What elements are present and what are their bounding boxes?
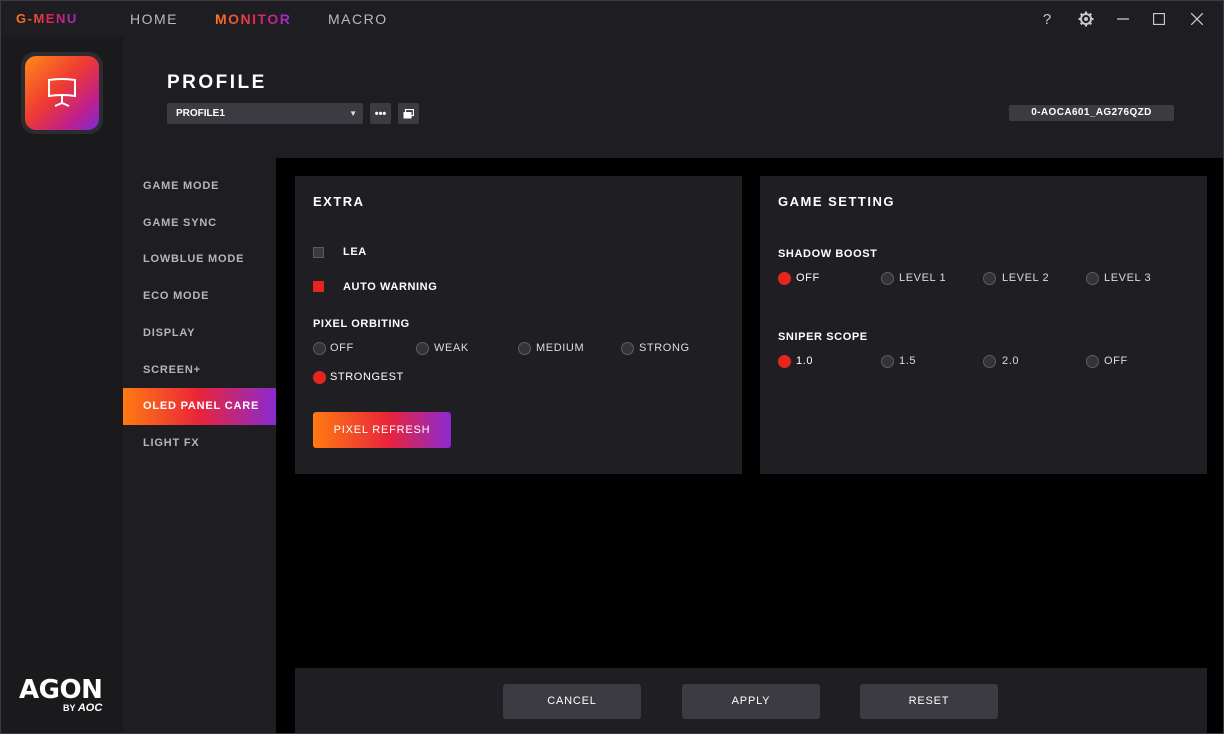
by-text: BY: [63, 703, 76, 713]
pixel-orbiting-off-radio[interactable]: [313, 342, 326, 355]
monitor-tile[interactable]: [21, 52, 103, 134]
game-setting-panel: GAME SETTING SHADOW BOOST OFF LEVEL 1 LE…: [760, 176, 1207, 474]
tab-macro[interactable]: MACRO: [328, 11, 388, 27]
side-menu: GAME MODE GAME SYNC LOWBLUE MODE ECO MOD…: [123, 158, 276, 733]
close-button[interactable]: [1186, 9, 1208, 29]
sidebar-item-game-sync[interactable]: GAME SYNC: [123, 205, 276, 242]
sniper-scope-label: SNIPER SCOPE: [778, 331, 868, 343]
pixel-orbiting-weak-label: WEAK: [434, 342, 469, 354]
ellipsis-icon: •••: [374, 107, 387, 120]
game-setting-title: GAME SETTING: [778, 194, 895, 209]
extra-panel: EXTRA LEA AUTO WARNING PIXEL ORBITING OF…: [295, 176, 742, 474]
maximize-button[interactable]: [1148, 9, 1170, 29]
sidebar-item-display[interactable]: DISPLAY: [123, 315, 276, 352]
reset-button[interactable]: RESET: [860, 684, 998, 719]
sidebar-item-eco-mode[interactable]: ECO MODE: [123, 278, 276, 315]
shadow-boost-level2-label: LEVEL 2: [1002, 272, 1050, 284]
copy-icon: [403, 108, 414, 118]
cancel-button[interactable]: CANCEL: [503, 684, 641, 719]
maximize-icon: [1153, 13, 1165, 25]
tab-monitor[interactable]: MONITOR: [215, 11, 291, 27]
shadow-boost-off-label: OFF: [796, 272, 820, 284]
profile-header: PROFILE PROFILE1 ▼ ••• 0-AOCA601_AG276QZ…: [123, 37, 1223, 158]
sniper-scope-1-5-label: 1.5: [899, 355, 917, 367]
sniper-scope-off-label: OFF: [1104, 355, 1128, 367]
tab-home[interactable]: HOME: [130, 11, 178, 27]
pixel-orbiting-off-label: OFF: [330, 342, 354, 354]
by-aoc-logo: BY AOC: [63, 702, 102, 714]
lea-label: LEA: [343, 246, 367, 258]
pixel-refresh-button[interactable]: PIXEL REFRESH: [313, 412, 451, 448]
sniper-scope-off-radio[interactable]: [1086, 355, 1099, 368]
shadow-boost-level3-radio[interactable]: [1086, 272, 1099, 285]
shadow-boost-label: SHADOW BOOST: [778, 248, 878, 260]
pixel-orbiting-weak-radio[interactable]: [416, 342, 429, 355]
brand-logo: G-MENU: [16, 11, 78, 26]
aoc-text: AOC: [77, 702, 103, 714]
agon-logo: AGON: [19, 675, 103, 705]
minimize-icon: [1117, 18, 1129, 20]
apply-button[interactable]: APPLY: [682, 684, 820, 719]
settings-button[interactable]: [1075, 9, 1097, 29]
shadow-boost-level1-label: LEVEL 1: [899, 272, 947, 284]
pixel-orbiting-strongest-radio[interactable]: [313, 371, 326, 384]
auto-warning-label: AUTO WARNING: [343, 281, 438, 293]
shadow-boost-level1-radio[interactable]: [881, 272, 894, 285]
help-button[interactable]: ?: [1036, 9, 1058, 29]
more-options-button[interactable]: •••: [370, 103, 391, 124]
extra-panel-title: EXTRA: [313, 194, 365, 209]
sidebar-item-oled-panel-care[interactable]: OLED PANEL CARE: [123, 388, 276, 425]
sniper-scope-2-0-label: 2.0: [1002, 355, 1020, 367]
pixel-orbiting-label: PIXEL ORBITING: [313, 318, 410, 330]
sidebar-item-game-mode[interactable]: GAME MODE: [123, 168, 276, 205]
pixel-orbiting-medium-radio[interactable]: [518, 342, 531, 355]
title-bar: G-MENU HOME MONITOR MACRO ?: [1, 1, 1223, 37]
pixel-orbiting-strong-label: STRONG: [639, 342, 690, 354]
auto-warning-checkbox[interactable]: [313, 281, 324, 292]
left-rail: AGON BY AOC: [1, 37, 123, 733]
sniper-scope-1-0-label: 1.0: [796, 355, 814, 367]
pixel-orbiting-strongest-label: STRONGEST: [330, 371, 404, 383]
minimize-button[interactable]: [1112, 9, 1134, 29]
shadow-boost-off-radio[interactable]: [778, 272, 791, 285]
gear-icon: [1078, 11, 1094, 27]
shadow-boost-level2-radio[interactable]: [983, 272, 996, 285]
monitor-tile-inner: [25, 56, 99, 130]
copy-profile-button[interactable]: [398, 103, 419, 124]
device-id-badge: 0-AOCA601_AG276QZD: [1009, 105, 1174, 121]
footer-bar: CANCEL APPLY RESET: [295, 668, 1207, 733]
lea-checkbox[interactable]: [313, 247, 324, 258]
sniper-scope-1-0-radio[interactable]: [778, 355, 791, 368]
app-window: G-MENU HOME MONITOR MACRO ? AGON BY AOC …: [0, 0, 1224, 734]
sidebar-item-lowblue-mode[interactable]: LOWBLUE MODE: [123, 241, 276, 278]
chevron-down-icon: ▼: [349, 109, 357, 118]
shadow-boost-level3-label: LEVEL 3: [1104, 272, 1152, 284]
sidebar-item-light-fx[interactable]: LIGHT FX: [123, 425, 276, 462]
profile-dropdown-value: PROFILE1: [176, 108, 225, 119]
sidebar-item-screen-plus[interactable]: SCREEN+: [123, 352, 276, 389]
close-icon: [1191, 13, 1203, 25]
monitor-icon: [48, 78, 76, 107]
page-title: PROFILE: [167, 72, 267, 93]
sniper-scope-1-5-radio[interactable]: [881, 355, 894, 368]
pixel-orbiting-medium-label: MEDIUM: [536, 342, 585, 354]
sniper-scope-2-0-radio[interactable]: [983, 355, 996, 368]
pixel-orbiting-strong-radio[interactable]: [621, 342, 634, 355]
profile-dropdown[interactable]: PROFILE1 ▼: [167, 103, 363, 124]
